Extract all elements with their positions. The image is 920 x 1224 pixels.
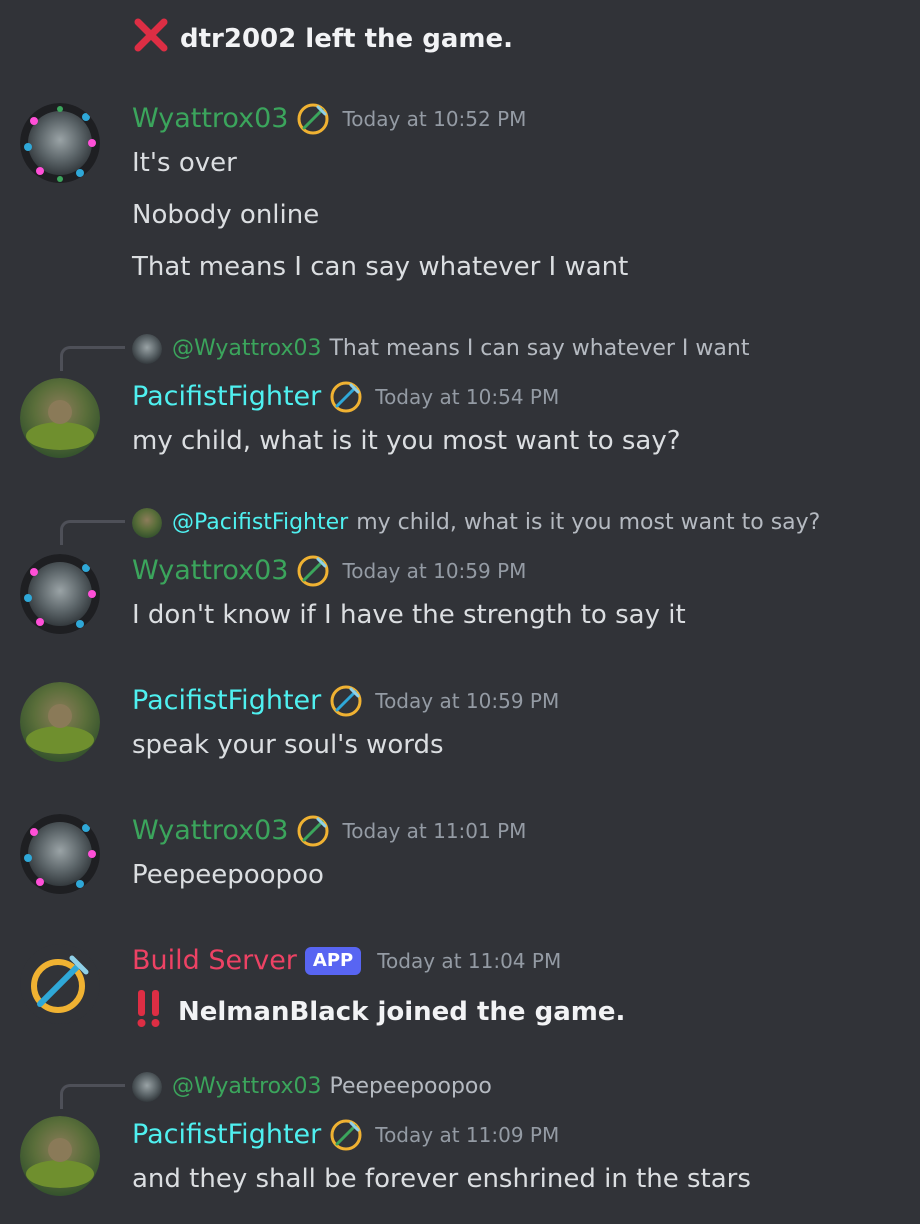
avatar-wyattrox03[interactable] (20, 554, 100, 634)
message-text: speak your soul's words (132, 730, 444, 760)
timestamp: Today at 11:01 PM (342, 819, 527, 843)
avatar-pacifistfighter[interactable] (20, 378, 100, 458)
timestamp: Today at 11:09 PM (375, 1123, 560, 1147)
reply-avatar (132, 508, 162, 538)
message-text: It's over (132, 148, 237, 178)
message-text: my child, what is it you most want to sa… (132, 426, 681, 456)
reply-text: my child, what is it you most want to sa… (356, 510, 821, 535)
pickaxe-icon (329, 1118, 363, 1152)
username-link[interactable]: PacifistFighter (132, 1117, 321, 1153)
reply-mention[interactable]: @PacifistFighter (172, 508, 348, 538)
reply-mention[interactable]: @Wyattrox03 (172, 1072, 321, 1102)
message-text: That means I can say whatever I want (132, 252, 629, 282)
pickaxe-icon (296, 102, 330, 136)
reply-spine (60, 346, 125, 371)
username-link[interactable]: PacifistFighter (132, 683, 321, 719)
message-header: Wyattrox03 Today at 10:52 PM (132, 101, 526, 137)
avatar-build-server[interactable] (20, 944, 100, 1024)
pickaxe-icon (296, 814, 330, 848)
pickaxe-icon (296, 554, 330, 588)
reply-spine (60, 520, 125, 545)
avatar-wyattrox03[interactable] (20, 103, 100, 183)
avatar-pacifistfighter[interactable] (20, 1116, 100, 1196)
message-text: and they shall be forever enshrined in t… (132, 1164, 751, 1194)
message-header: PacifistFighter Today at 10:54 PM (132, 379, 559, 415)
bot-message-text: NelmanBlack joined the game. (132, 988, 625, 1037)
timestamp: Today at 10:52 PM (342, 107, 527, 131)
pickaxe-icon (329, 380, 363, 414)
reply-preview[interactable]: @Wyattrox03 Peepeepoopoo (132, 1072, 492, 1102)
message-text: Peepeepoopoo (132, 860, 324, 890)
avatar-wyattrox03[interactable] (20, 814, 100, 894)
message-header: PacifistFighter Today at 10:59 PM (132, 683, 559, 719)
timestamp: Today at 10:54 PM (375, 385, 560, 409)
message-header: Wyattrox03 Today at 11:01 PM (132, 813, 526, 849)
pickaxe-icon (329, 684, 363, 718)
message-text: I don't know if I have the strength to s… (132, 600, 686, 630)
reply-preview[interactable]: @Wyattrox03 That means I can say whateve… (132, 334, 749, 364)
message-header: Build Server APP Today at 11:04 PM (132, 943, 561, 979)
reply-spine (60, 1084, 125, 1109)
username-link[interactable]: Wyattrox03 (132, 813, 288, 849)
system-message-left: dtr2002 left the game. (132, 16, 513, 63)
reply-avatar (132, 334, 162, 364)
double-exclamation-icon (132, 988, 166, 1037)
avatar-pacifistfighter[interactable] (20, 682, 100, 762)
app-tag: APP (304, 947, 362, 975)
message-header: PacifistFighter Today at 11:09 PM (132, 1117, 559, 1153)
timestamp: Today at 10:59 PM (342, 559, 527, 583)
reply-avatar (132, 1072, 162, 1102)
username-link[interactable]: Build Server (132, 943, 297, 979)
cross-mark-icon (132, 16, 170, 63)
timestamp: Today at 10:59 PM (375, 689, 560, 713)
message-header: Wyattrox03 Today at 10:59 PM (132, 553, 526, 589)
username-link[interactable]: Wyattrox03 (132, 101, 288, 137)
username-link[interactable]: Wyattrox03 (132, 553, 288, 589)
reply-text: That means I can say whatever I want (329, 336, 750, 361)
reply-text: Peepeepoopoo (329, 1074, 492, 1099)
username-link[interactable]: PacifistFighter (132, 379, 321, 415)
reply-mention[interactable]: @Wyattrox03 (172, 334, 321, 364)
reply-preview[interactable]: @PacifistFighter my child, what is it yo… (132, 508, 820, 538)
timestamp: Today at 11:04 PM (377, 949, 562, 973)
message-text: Nobody online (132, 200, 320, 230)
